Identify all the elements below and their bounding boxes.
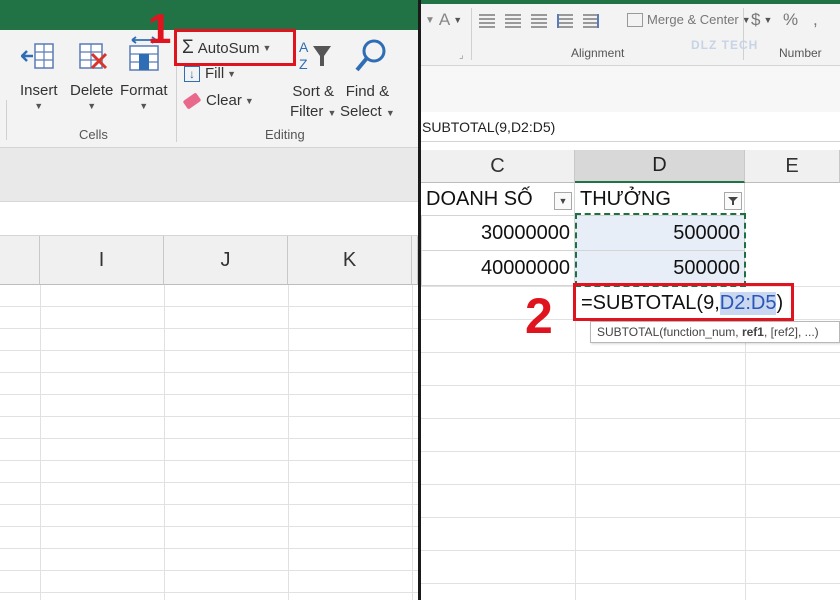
cell-c3[interactable]: 40000000 bbox=[421, 251, 575, 286]
number-group-label: Number bbox=[779, 46, 822, 60]
left-screenshot-panel: Insert ▼ Delete ▼ Format ▼ Cells Σ AutoS… bbox=[0, 0, 418, 600]
function-tooltip: SUBTOTAL(function_num, ref1, [ref2], ...… bbox=[590, 321, 840, 343]
svg-text:Z: Z bbox=[299, 56, 308, 72]
format-label: Format bbox=[120, 82, 168, 99]
chevron-down-icon: ▼ bbox=[327, 108, 337, 118]
insert-label: Insert bbox=[20, 82, 58, 99]
cells-group-label: Cells bbox=[79, 127, 108, 142]
group-separator bbox=[743, 8, 744, 60]
percent-button[interactable]: % bbox=[783, 10, 798, 30]
clear-label: Clear bbox=[206, 92, 242, 109]
sort-filter-button[interactable]: A Z Sort & Filter ▼ bbox=[290, 36, 336, 123]
column-header-c[interactable]: C bbox=[421, 150, 575, 183]
insert-cells-icon bbox=[19, 36, 57, 76]
increase-indent-icon[interactable] bbox=[583, 14, 599, 28]
column-header-d[interactable]: D bbox=[575, 150, 745, 183]
find-select-label-2: Select bbox=[340, 103, 382, 120]
worksheet-grid[interactable] bbox=[0, 285, 418, 600]
editing-group-label: Editing bbox=[265, 127, 305, 142]
tooltip-text-end: , [ref2], ...) bbox=[763, 325, 819, 339]
merge-center-label: Merge & Center bbox=[647, 12, 739, 27]
fill-label: Fill bbox=[205, 65, 225, 82]
clear-button[interactable]: Clear ▼ bbox=[182, 91, 254, 110]
sort-filter-label-1: Sort & bbox=[292, 83, 335, 100]
delete-label: Delete bbox=[70, 82, 114, 99]
column-header-e[interactable]: E bbox=[745, 150, 840, 183]
find-select-button[interactable]: Find & Select ▼ bbox=[340, 36, 395, 123]
chevron-down-icon: ▼ bbox=[139, 101, 149, 111]
delete-cells-icon bbox=[74, 36, 110, 76]
tooltip-text-bold: ref1 bbox=[741, 325, 764, 339]
cell-d1[interactable]: THƯỞNG bbox=[575, 183, 745, 216]
group-separator bbox=[471, 8, 472, 60]
blank-row bbox=[0, 202, 418, 236]
dialog-launcher-icon[interactable]: ⌟ bbox=[459, 50, 464, 61]
font-color-button[interactable]: ▼ A ▼ bbox=[425, 10, 462, 30]
sort-filter-label-2: Filter bbox=[290, 103, 324, 120]
sort-filter-icon: A Z bbox=[295, 36, 332, 76]
step-2-badge: 2 bbox=[525, 288, 553, 344]
merge-center-icon bbox=[627, 12, 643, 27]
currency-label: $ bbox=[751, 10, 761, 29]
merge-center-button[interactable]: Merge & Center ▼ bbox=[627, 12, 751, 27]
align-right-icon[interactable] bbox=[531, 14, 547, 28]
cell-c2[interactable]: 30000000 bbox=[421, 216, 575, 251]
filter-active-icon[interactable] bbox=[724, 192, 742, 210]
header-thuong: THƯỞNG bbox=[580, 187, 671, 210]
svg-text:A: A bbox=[299, 39, 309, 55]
ribbon-home: ▼ A ▼ Merge & Center ▼ Alignment ⌟ $ ▼ %… bbox=[421, 4, 840, 66]
currency-button[interactable]: $ ▼ bbox=[751, 10, 772, 30]
alignment-icons bbox=[479, 14, 599, 28]
fill-down-icon: ↓ bbox=[184, 65, 200, 82]
column-header-j[interactable]: J bbox=[164, 236, 288, 285]
chevron-down-icon: ▼ bbox=[453, 15, 463, 25]
filter-dropdown-icon[interactable]: ▼ bbox=[554, 192, 572, 210]
autosum-highlight-box bbox=[174, 29, 296, 66]
row-header-corner bbox=[0, 236, 40, 285]
font-color-label: A bbox=[438, 10, 451, 29]
chevron-down-icon: ▼ bbox=[244, 95, 254, 106]
column-header-i[interactable]: I bbox=[40, 236, 164, 285]
formula-bar[interactable]: SUBTOTAL(9,D2:D5) bbox=[421, 112, 840, 142]
eraser-icon bbox=[182, 91, 202, 110]
formula-highlight-box bbox=[573, 283, 794, 321]
percent-label: % bbox=[783, 10, 799, 29]
chevron-down-icon: ▼ bbox=[227, 68, 237, 79]
chevron-down-icon: ▼ bbox=[425, 14, 435, 26]
decrease-indent-icon[interactable] bbox=[557, 14, 573, 28]
step-1-badge: 1 bbox=[148, 5, 172, 52]
chevron-down-icon: ▼ bbox=[87, 101, 97, 111]
chevron-down-icon: ▼ bbox=[385, 108, 395, 118]
cell-c1[interactable]: DOANH SỐ bbox=[421, 183, 575, 216]
formula-bar-area bbox=[0, 148, 418, 202]
right-screenshot-panel: ▼ A ▼ Merge & Center ▼ Alignment ⌟ $ ▼ %… bbox=[421, 0, 840, 600]
find-select-label-1: Find & bbox=[345, 83, 390, 100]
ribbon-lower-area bbox=[421, 66, 840, 112]
alignment-group-label: Alignment bbox=[571, 46, 625, 60]
range-selection-border bbox=[575, 213, 746, 287]
align-center-icon[interactable] bbox=[505, 14, 521, 28]
title-bar bbox=[0, 0, 418, 30]
align-left-icon[interactable] bbox=[479, 14, 495, 28]
insert-button[interactable]: Insert ▼ bbox=[19, 36, 58, 111]
watermark-logo: DLZ TECH bbox=[691, 38, 759, 52]
group-separator bbox=[6, 100, 7, 140]
column-header-k[interactable]: K bbox=[288, 236, 412, 285]
comma-style-icon[interactable]: , bbox=[813, 10, 818, 30]
fill-button[interactable]: ↓ Fill ▼ bbox=[184, 65, 236, 82]
header-doanh-so: DOANH SỐ bbox=[426, 187, 533, 210]
tooltip-text-start: SUBTOTAL(function_num, bbox=[597, 325, 742, 339]
delete-button[interactable]: Delete ▼ bbox=[70, 36, 113, 111]
chevron-down-icon: ▼ bbox=[34, 101, 44, 111]
chevron-down-icon: ▼ bbox=[763, 15, 773, 25]
magnifier-icon bbox=[349, 36, 386, 76]
